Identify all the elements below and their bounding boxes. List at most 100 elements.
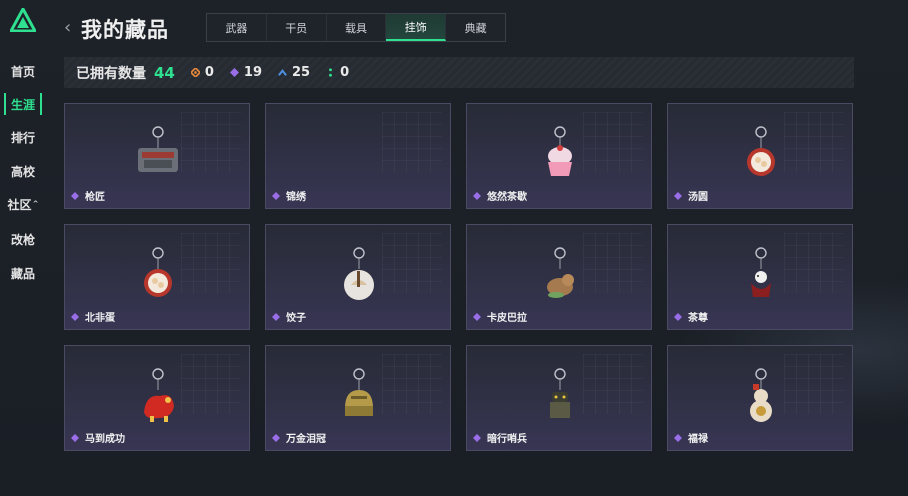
sidebar-item-label: 高校	[10, 164, 35, 179]
charm-name-row: 福禄	[674, 430, 708, 445]
stat-value: 25	[292, 65, 311, 80]
stat-green: 0	[326, 65, 349, 80]
charm-card[interactable]: 悠然茶歇	[466, 103, 652, 209]
charm-card[interactable]: 暗行哨兵	[466, 345, 652, 451]
rarity-diamond-icon	[674, 312, 682, 321]
stat-value: 0	[340, 65, 350, 80]
charm-name-row: 马到成功	[71, 430, 125, 445]
charm-name-row: 茶尊	[674, 309, 708, 324]
sidebar-item-label: 排行	[10, 130, 35, 145]
sidebar-item[interactable]: 改枪	[4, 228, 42, 250]
blue-chevron-icon	[278, 69, 287, 76]
stat-orange: 0	[190, 65, 214, 80]
plate-charm-icon	[329, 245, 389, 309]
bowl-charm-icon	[128, 245, 188, 309]
charm-card[interactable]: 锦绣	[265, 103, 451, 209]
charm-card[interactable]: 万金泪冠	[265, 345, 451, 451]
capybara-charm-icon	[530, 245, 590, 309]
stat-value: 19	[243, 65, 263, 80]
charm-card[interactable]: 茶尊	[667, 224, 853, 330]
charm-name: 暗行哨兵	[487, 434, 527, 445]
stat-blue: 25	[278, 65, 310, 80]
rarity-diamond-icon	[71, 433, 79, 442]
stat-purple: 19	[229, 65, 263, 80]
gourd-charm-icon	[731, 366, 791, 430]
charm-card[interactable]: 饺子	[265, 224, 451, 330]
page-title: 我的藏品	[81, 18, 169, 42]
tab[interactable]: 武器	[207, 14, 267, 41]
orange-diamond-icon	[190, 68, 200, 77]
rarity-diamond-icon	[272, 433, 280, 442]
figure-charm-icon	[731, 245, 791, 309]
charm-card[interactable]: 枪匠	[64, 103, 250, 209]
rarity-diamond-icon	[473, 433, 481, 442]
rarity-diamond-icon	[71, 312, 79, 321]
charm-name: 马到成功	[85, 434, 125, 445]
tab[interactable]: 典藏	[446, 14, 505, 41]
sidebar-item-label: 藏品	[10, 266, 35, 281]
bowl-charm-icon	[731, 124, 791, 188]
category-tabs: 武器 干员 载具 挂饰 典藏	[206, 13, 506, 42]
charm-card[interactable]: 卡皮巴拉	[466, 224, 652, 330]
soldier-charm-icon	[530, 366, 590, 430]
rarity-diamond-icon	[473, 312, 481, 321]
sidebar-item[interactable]: 首页	[4, 60, 42, 82]
rarity-diamond-icon	[71, 191, 79, 200]
app-logo-icon[interactable]	[8, 5, 38, 33]
charm-name-row: 悠然茶歇	[473, 188, 527, 203]
charm-name-row: 汤圆	[674, 188, 708, 203]
sidebar-item-label: 改枪	[10, 232, 35, 247]
sidebar-item-label: 生涯	[10, 97, 35, 112]
helmet-charm-icon	[329, 366, 389, 430]
rarity-diamond-icon	[272, 191, 280, 200]
charm-grid: 枪匠 锦绣 悠然茶歇 汤圆北非蛋 饺子 卡皮巴拉 茶尊马到成功 万金泪冠 暗行哨兵 福禄	[64, 103, 853, 453]
charm-name: 万金泪冠	[286, 434, 326, 445]
sidebar-item-label: 社区	[7, 197, 32, 212]
rarity-diamond-icon	[674, 191, 682, 200]
charm-card[interactable]: 马到成功	[64, 345, 250, 451]
charm-name-row: 锦绣	[272, 188, 306, 203]
gun-charm-icon	[128, 124, 188, 188]
owned-count: 44	[154, 63, 175, 82]
owned-label: 已拥有数量	[76, 65, 146, 82]
sidebar: 首页生涯排行高校社区 ^ 改枪藏品	[0, 0, 50, 496]
charm-name-row: 万金泪冠	[272, 430, 326, 445]
sidebar-item[interactable]: 排行	[4, 126, 42, 148]
charm-name: 悠然茶歇	[487, 192, 527, 203]
green-dots-icon	[329, 68, 333, 77]
charm-name: 锦绣	[286, 192, 306, 203]
charm-name: 北非蛋	[85, 313, 115, 324]
charm-name-row: 北非蛋	[71, 309, 115, 324]
charm-name: 饺子	[286, 313, 306, 324]
charm-name: 枪匠	[85, 192, 105, 203]
horse-charm-icon	[128, 366, 188, 430]
charm-name: 卡皮巴拉	[487, 313, 527, 324]
tab[interactable]: 挂饰	[386, 14, 447, 41]
sidebar-item-label: 首页	[10, 64, 35, 79]
cupcake-charm-icon	[530, 124, 590, 188]
charm-card[interactable]: 福禄	[667, 345, 853, 451]
charm-name-row: 暗行哨兵	[473, 430, 527, 445]
rarity-diamond-icon	[674, 433, 682, 442]
collection-stats-bar: 已拥有数量 44 0 19 25 0	[64, 57, 854, 88]
charm-card[interactable]: 汤圆	[667, 103, 853, 209]
purple-diamond-icon	[229, 68, 239, 77]
charm-name: 汤圆	[688, 192, 708, 203]
charm-name-row: 卡皮巴拉	[473, 309, 527, 324]
sidebar-item[interactable]: 生涯	[4, 93, 42, 115]
stat-value: 0	[204, 65, 214, 80]
sidebar-item[interactable]: 高校	[4, 160, 42, 182]
charm-name-row: 枪匠	[71, 188, 105, 203]
sidebar-item[interactable]: 社区 ^	[4, 193, 42, 215]
back-chevron-icon[interactable]: ‹	[64, 18, 76, 38]
charm-name-row: 饺子	[272, 309, 306, 324]
rarity-diamond-icon	[272, 312, 280, 321]
tab[interactable]: 干员	[267, 14, 327, 41]
sidebar-item[interactable]: 藏品	[4, 262, 42, 284]
charm-name: 茶尊	[688, 313, 708, 324]
charm-card[interactable]: 北非蛋	[64, 224, 250, 330]
tab[interactable]: 载具	[327, 14, 387, 41]
chevron-up-icon: ^	[32, 200, 39, 208]
rarity-diamond-icon	[473, 191, 481, 200]
charm-name: 福禄	[688, 434, 708, 445]
